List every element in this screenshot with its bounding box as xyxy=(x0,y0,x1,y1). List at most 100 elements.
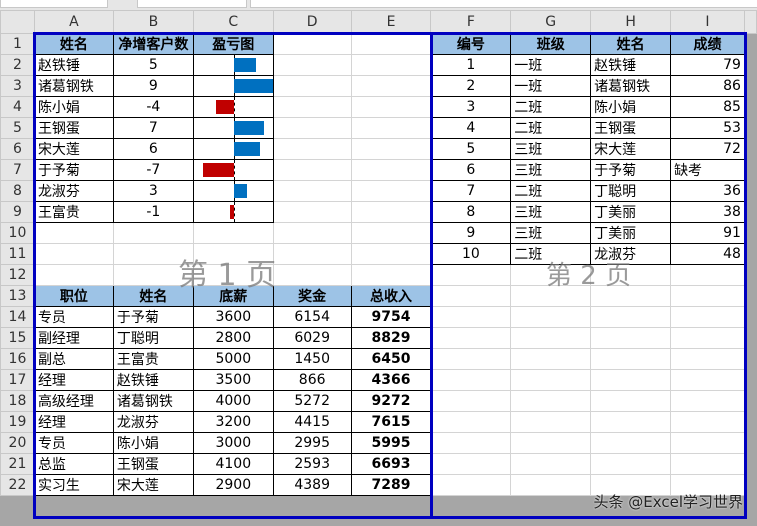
table2-cell[interactable]: 53 xyxy=(670,117,745,139)
table3-cell[interactable]: 5272 xyxy=(272,390,352,412)
table2-cell[interactable]: 三班 xyxy=(510,138,592,160)
table3-cell[interactable]: 经理 xyxy=(33,369,114,391)
profit-loss-bar-cell[interactable] xyxy=(192,159,274,181)
table3-header[interactable]: 职位 xyxy=(33,285,114,307)
cell[interactable] xyxy=(430,264,512,286)
table2-cell[interactable]: 2 xyxy=(430,75,512,97)
row-header-4[interactable]: 4 xyxy=(0,96,35,118)
table3-cell[interactable]: 7615 xyxy=(350,411,432,433)
table1-name[interactable]: 赵铁锤 xyxy=(33,54,114,76)
table3-cell[interactable]: 经理 xyxy=(33,411,114,433)
cell[interactable] xyxy=(350,96,432,118)
cell[interactable] xyxy=(510,474,592,496)
cell[interactable] xyxy=(670,411,745,433)
column-header-A[interactable]: A xyxy=(33,10,114,34)
cell[interactable] xyxy=(350,117,432,139)
table3-cell[interactable]: 8829 xyxy=(350,327,432,349)
table2-header[interactable]: 编号 xyxy=(430,33,512,55)
column-header-I[interactable]: I xyxy=(670,10,745,34)
cell[interactable] xyxy=(670,390,745,412)
table1-value[interactable]: -1 xyxy=(112,201,194,223)
table2-cell[interactable]: 丁美丽 xyxy=(590,201,672,223)
table3-cell[interactable]: 副经理 xyxy=(33,327,114,349)
table2-cell[interactable]: 38 xyxy=(670,201,745,223)
cell[interactable] xyxy=(670,432,745,454)
table3-cell[interactable]: 3000 xyxy=(192,432,274,454)
table2-header[interactable]: 成绩 xyxy=(670,33,745,55)
cell[interactable] xyxy=(670,327,745,349)
cell[interactable] xyxy=(590,285,672,307)
table2-header[interactable]: 姓名 xyxy=(590,33,672,55)
table3-cell[interactable]: 2995 xyxy=(272,432,352,454)
table3-cell[interactable]: 专员 xyxy=(33,432,114,454)
column-header-G[interactable]: G xyxy=(510,10,592,34)
cell[interactable] xyxy=(510,369,592,391)
table3-cell[interactable]: 龙淑芬 xyxy=(112,411,194,433)
row-header-7[interactable]: 7 xyxy=(0,159,35,181)
table1-name[interactable]: 陈小娟 xyxy=(33,96,114,118)
table3-header[interactable]: 姓名 xyxy=(112,285,194,307)
cell[interactable] xyxy=(670,369,745,391)
table2-cell[interactable]: 三班 xyxy=(510,159,592,181)
cell[interactable] xyxy=(590,432,672,454)
table3-cell[interactable]: 866 xyxy=(272,369,352,391)
cell[interactable] xyxy=(590,327,672,349)
cell[interactable] xyxy=(192,222,274,244)
table3-cell[interactable]: 于予菊 xyxy=(112,306,194,328)
cell[interactable] xyxy=(670,264,745,286)
table3-cell[interactable]: 6029 xyxy=(272,327,352,349)
table3-cell[interactable]: 2900 xyxy=(192,474,274,496)
column-header-F[interactable]: F xyxy=(430,10,512,34)
row-header-21[interactable]: 21 xyxy=(0,453,35,475)
profit-loss-bar-cell[interactable] xyxy=(192,201,274,223)
cell[interactable] xyxy=(430,432,512,454)
profit-loss-bar-cell[interactable] xyxy=(192,96,274,118)
table2-cell[interactable]: 6 xyxy=(430,159,512,181)
table2-cell[interactable]: 一班 xyxy=(510,54,592,76)
table2-cell[interactable]: 一班 xyxy=(510,75,592,97)
row-header-13[interactable]: 13 xyxy=(0,285,35,307)
cell[interactable] xyxy=(430,285,512,307)
table3-cell[interactable]: 赵铁锤 xyxy=(112,369,194,391)
cell[interactable] xyxy=(430,369,512,391)
cell[interactable] xyxy=(510,432,592,454)
table3-cell[interactable]: 6450 xyxy=(350,348,432,370)
row-header-15[interactable]: 15 xyxy=(0,327,35,349)
row-header-20[interactable]: 20 xyxy=(0,432,35,454)
table2-cell[interactable]: 龙淑芬 xyxy=(590,243,672,265)
table3-cell[interactable]: 高级经理 xyxy=(33,390,114,412)
table2-cell[interactable]: 二班 xyxy=(510,180,592,202)
cell[interactable] xyxy=(33,264,114,286)
select-all-corner[interactable] xyxy=(0,10,35,34)
table3-cell[interactable]: 专员 xyxy=(33,306,114,328)
table3-cell[interactable]: 陈小娟 xyxy=(112,432,194,454)
profit-loss-bar-cell[interactable] xyxy=(192,117,274,139)
table3-cell[interactable]: 2800 xyxy=(192,327,274,349)
table2-cell[interactable]: 86 xyxy=(670,75,745,97)
cell[interactable] xyxy=(272,96,352,118)
table2-cell[interactable]: 于予菊 xyxy=(590,159,672,181)
table3-cell[interactable]: 3200 xyxy=(192,411,274,433)
table3-cell[interactable]: 5000 xyxy=(192,348,274,370)
cell[interactable] xyxy=(272,222,352,244)
table3-cell[interactable]: 王钢蛋 xyxy=(112,453,194,475)
table2-cell[interactable]: 72 xyxy=(670,138,745,160)
cell[interactable] xyxy=(590,264,672,286)
cell[interactable] xyxy=(430,411,512,433)
cell[interactable] xyxy=(350,33,432,55)
cell[interactable] xyxy=(350,75,432,97)
table1-value[interactable]: -7 xyxy=(112,159,194,181)
table3-cell[interactable]: 实习生 xyxy=(33,474,114,496)
column-header-D[interactable]: D xyxy=(272,10,352,34)
table2-cell[interactable]: 王钢蛋 xyxy=(590,117,672,139)
row-header-22[interactable]: 22 xyxy=(0,474,35,496)
cell[interactable] xyxy=(670,285,745,307)
cell[interactable] xyxy=(430,327,512,349)
table3-cell[interactable]: 3500 xyxy=(192,369,274,391)
cell[interactable] xyxy=(430,306,512,328)
table2-cell[interactable]: 诸葛钢铁 xyxy=(590,75,672,97)
cell[interactable] xyxy=(192,264,274,286)
table3-header[interactable]: 奖金 xyxy=(272,285,352,307)
column-header-E[interactable]: E xyxy=(350,10,432,34)
name-box[interactable] xyxy=(0,0,108,8)
